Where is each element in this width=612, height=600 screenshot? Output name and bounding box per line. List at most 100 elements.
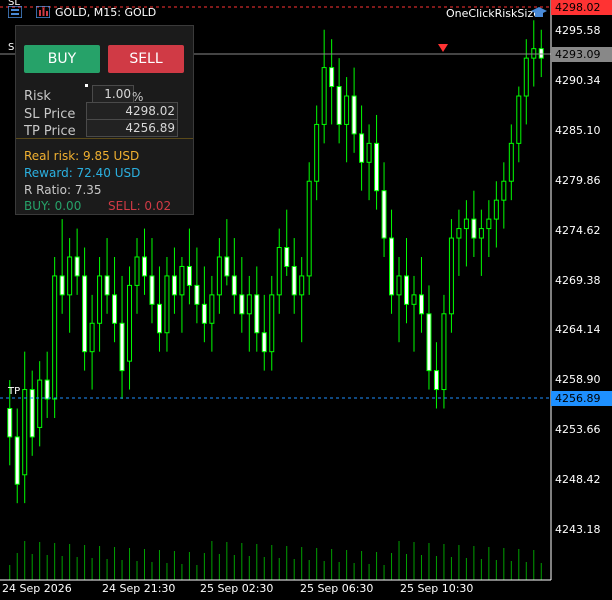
candle-body <box>374 142 380 192</box>
current-price-marker <box>438 44 448 52</box>
tp-price-input[interactable] <box>86 119 178 137</box>
graduation-cap-icon <box>531 7 547 17</box>
candle-body <box>7 407 13 438</box>
candle-body <box>164 275 170 334</box>
candle-body <box>59 275 65 296</box>
candle-body <box>134 256 140 286</box>
buy-lots-text: BUY: 0.00 <box>24 199 82 213</box>
sell-lots-text: SELL: 0.02 <box>108 199 172 213</box>
candle-body <box>501 180 507 201</box>
price-label: 4295.58 <box>555 24 601 37</box>
price-label: 4264.14 <box>555 323 601 336</box>
candle-body <box>97 275 103 324</box>
candle-body <box>246 294 252 315</box>
candle-body <box>22 389 28 476</box>
s-tag: S <box>8 42 15 53</box>
candle-body <box>486 218 492 230</box>
candle-body <box>306 180 312 277</box>
candle-body <box>359 133 365 163</box>
candle-body <box>156 303 162 334</box>
price-label: 4285.10 <box>555 124 601 137</box>
real-risk-text: Real risk: 9.85 USD <box>24 149 140 163</box>
candle-body <box>433 370 439 391</box>
candle-body <box>448 237 454 315</box>
candle-body <box>538 48 544 59</box>
candle-body <box>44 379 50 400</box>
candle-body <box>104 275 110 296</box>
candle-body <box>471 218 477 239</box>
candle-body <box>314 123 320 182</box>
candle-body <box>381 190 387 239</box>
candle-body <box>463 218 469 230</box>
price-label: 4279.86 <box>555 174 601 187</box>
sl-tag: SL <box>8 0 20 8</box>
time-label: 25 Sep 06:30 <box>300 582 374 595</box>
price-label: 4253.66 <box>555 423 601 436</box>
candle-body <box>478 228 484 239</box>
sl-price-label: SL Price <box>24 107 76 122</box>
cursor-dot <box>85 84 88 87</box>
candle-body <box>366 142 372 163</box>
candle-body <box>209 294 215 324</box>
candle-body <box>186 265 192 286</box>
sl-price-input[interactable] <box>86 102 178 120</box>
candle-body <box>179 265 185 296</box>
price-label: 4269.38 <box>555 274 601 287</box>
r-ratio-text: R Ratio: 7.35 <box>24 183 102 197</box>
reward-text: Reward: 72.40 USD <box>24 166 141 180</box>
candle-body <box>269 294 275 353</box>
sell-button[interactable]: SELL <box>108 45 184 73</box>
candle-body <box>89 322 95 353</box>
current-price-tag: 4293.09 <box>551 47 612 62</box>
price-label: 4243.18 <box>555 523 601 536</box>
price-label: 4258.90 <box>555 373 601 386</box>
candle-body <box>336 86 342 125</box>
candle-body <box>141 256 147 277</box>
candle-body <box>329 67 335 88</box>
candle-body <box>508 142 514 182</box>
price-label: 4290.34 <box>555 74 601 87</box>
chart-window-icon[interactable] <box>36 6 50 18</box>
risk-sizer-panel: BUY SELL Risk % SL Price TP Price Real r… <box>15 25 194 215</box>
candle-body <box>29 389 35 438</box>
price-label: 4274.62 <box>555 224 601 237</box>
candle-body <box>426 313 432 372</box>
price-label: 4248.42 <box>555 473 601 486</box>
buy-button[interactable]: BUY <box>24 45 100 73</box>
candle-body <box>441 313 447 391</box>
candle-body <box>516 95 522 144</box>
candle-body <box>284 247 290 267</box>
time-label: 25 Sep 02:30 <box>200 582 274 595</box>
risk-label: Risk <box>24 89 51 104</box>
time-label: 24 Sep 21:30 <box>102 582 176 595</box>
candle-body <box>119 322 125 372</box>
candle-body <box>276 247 282 296</box>
candle-body <box>224 256 230 277</box>
ea-name-label: OneClickRiskSizer <box>446 7 545 20</box>
tp-tag: TP <box>8 386 21 397</box>
candle-body <box>261 332 267 353</box>
candle-body <box>171 275 177 296</box>
candle-body <box>493 199 499 220</box>
candle-body <box>351 95 357 135</box>
risk-input[interactable] <box>92 85 134 103</box>
candle-body <box>201 303 207 324</box>
panel-divider <box>16 138 193 139</box>
candle-body <box>37 379 43 428</box>
candle-body <box>321 67 327 125</box>
candle-body <box>404 275 410 305</box>
candle-body <box>82 275 88 353</box>
candle-body <box>194 284 200 305</box>
candle-body <box>299 275 305 296</box>
candle-body <box>127 284 133 362</box>
candle-body <box>14 436 20 485</box>
sl-price-tag: 4298.02 <box>551 0 612 15</box>
candle-body <box>149 275 155 305</box>
candle-body <box>112 294 118 324</box>
candle-body <box>239 294 245 315</box>
candle-body <box>52 275 58 400</box>
volume-bars <box>9 541 542 580</box>
candle-body <box>344 95 350 125</box>
candle-body <box>456 228 462 239</box>
candle-body <box>231 275 237 296</box>
